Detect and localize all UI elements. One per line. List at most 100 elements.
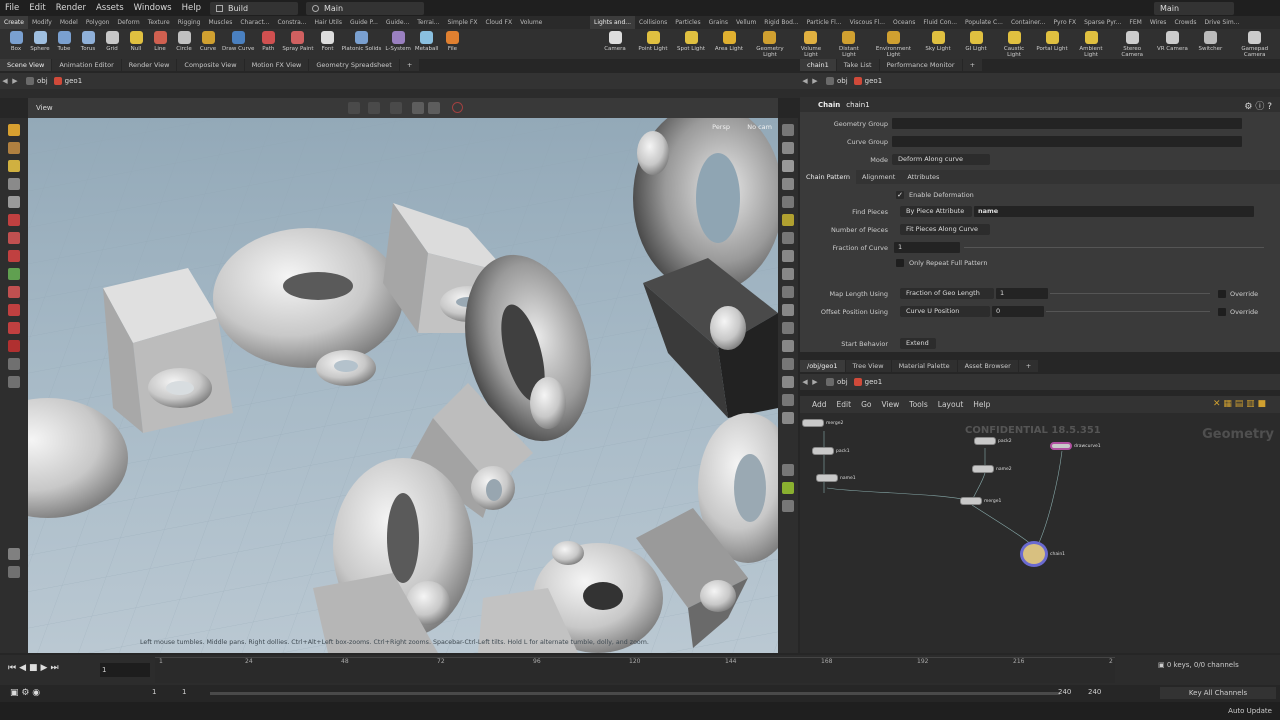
range-end-field[interactable]: 240: [1058, 688, 1071, 696]
tab-chain1[interactable]: chain1: [800, 59, 836, 71]
node-name1-body[interactable]: [816, 474, 838, 482]
tab-take-list[interactable]: Take List: [836, 59, 879, 71]
brush-tool-icon[interactable]: [8, 268, 20, 280]
only-repeat-checkbox[interactable]: [896, 259, 904, 267]
network-back-icon[interactable]: ◀: [800, 378, 810, 386]
menu-help[interactable]: Help: [177, 3, 206, 13]
tab-tree-view[interactable]: Tree View: [845, 360, 891, 372]
map-length-field[interactable]: 1: [996, 288, 1048, 299]
shelf-tab[interactable]: Lights and...: [590, 16, 636, 29]
curve-group-field[interactable]: [892, 136, 1242, 147]
menu-windows[interactable]: Windows: [129, 3, 177, 13]
uv-icon[interactable]: [782, 358, 794, 370]
find-pieces-menu[interactable]: By Piece Attribute: [900, 206, 972, 217]
rotate-tool-icon[interactable]: [8, 160, 20, 172]
shelf-tool[interactable]: Metaball: [413, 29, 441, 59]
tab-geometry-spreadsheet[interactable]: Geometry Spreadsheet: [309, 59, 399, 71]
range-slider[interactable]: [210, 692, 1060, 695]
shelf-tool[interactable]: Portal Light: [1033, 29, 1071, 59]
shelf-tab[interactable]: Grains: [705, 16, 732, 29]
shelf-tool[interactable]: Distant Light: [830, 29, 868, 59]
ghost-icon[interactable]: [782, 214, 794, 226]
path-geo1[interactable]: geo1: [53, 77, 82, 85]
lock-icon[interactable]: [8, 196, 20, 208]
range-start-field[interactable]: 1: [152, 688, 156, 696]
shelf-tool[interactable]: GI Light: [957, 29, 995, 59]
start-behavior-menu[interactable]: Extend: [900, 338, 936, 349]
map-length-slider[interactable]: [1050, 293, 1210, 294]
view-tool-icon[interactable]: [8, 358, 20, 370]
shelf-tab[interactable]: Volume: [516, 16, 546, 29]
eye-icon[interactable]: [782, 500, 794, 512]
auto-update-menu[interactable]: Auto Update: [1228, 707, 1272, 715]
node-name2-body[interactable]: [972, 465, 994, 473]
node-drawcurve1-body[interactable]: [1050, 442, 1072, 450]
override1-checkbox[interactable]: [1218, 290, 1226, 298]
shelf-tool[interactable]: File: [440, 29, 464, 59]
range-tools-icons[interactable]: ▣ ⚙ ◉: [10, 688, 40, 698]
desktop-selector[interactable]: Build: [209, 1, 298, 15]
node-chain1[interactable]: chain1: [1020, 541, 1065, 567]
param-back-icon[interactable]: ◀: [800, 77, 810, 85]
shelf-tool[interactable]: Draw Curve: [220, 29, 256, 59]
vector-icon[interactable]: [782, 394, 794, 406]
shelf-tab[interactable]: Rigging: [174, 16, 205, 29]
map-length-menu[interactable]: Fraction of Geo Length: [900, 288, 994, 299]
shelf-tab[interactable]: Cloud FX: [481, 16, 516, 29]
shelf-tab[interactable]: Create: [0, 16, 28, 29]
node-chain1-body[interactable]: [1020, 541, 1048, 567]
camera-icon[interactable]: [8, 548, 20, 560]
shelf-tool[interactable]: Grid: [100, 29, 124, 59]
transform-red-icon[interactable]: [8, 232, 20, 244]
light-tool-icon[interactable]: [8, 376, 20, 388]
handle-tool-icon[interactable]: [8, 124, 20, 136]
context-selector[interactable]: Main: [305, 1, 424, 15]
scene-viewport[interactable]: Persp No cam Left mouse tumbles. Middle …: [28, 118, 778, 653]
tab-material-palette[interactable]: Material Palette: [891, 360, 957, 372]
param-path-geo1[interactable]: geo1: [853, 77, 882, 85]
range-start2-field[interactable]: 1: [182, 688, 186, 696]
net-menu-layout[interactable]: Layout: [938, 400, 964, 409]
subtab-alignment[interactable]: Alignment: [856, 170, 901, 184]
shelf-tool[interactable]: L-System: [383, 29, 412, 59]
shelf-tab[interactable]: Viscous Fl...: [846, 16, 889, 29]
visibility-icon[interactable]: [782, 232, 794, 244]
lasso-icon[interactable]: [8, 304, 20, 316]
snapshot-icon[interactable]: [782, 412, 794, 424]
shelf-tool[interactable]: Font: [316, 29, 340, 59]
shelf-tab[interactable]: Fluid Con...: [919, 16, 961, 29]
shelf-tool[interactable]: VR Camera: [1153, 29, 1191, 59]
shelf-tab[interactable]: Oceans: [889, 16, 919, 29]
shelf-tab[interactable]: Texture: [144, 16, 174, 29]
primitives-icon[interactable]: [782, 340, 794, 352]
tab-asset-browser[interactable]: Asset Browser: [957, 360, 1018, 372]
numbers-icon[interactable]: [782, 304, 794, 316]
geometry-group-field[interactable]: [892, 118, 1242, 129]
net-menu-help[interactable]: Help: [973, 400, 990, 409]
camera-view-icon[interactable]: [782, 196, 794, 208]
shelf-tool[interactable]: Geometry Light: [748, 29, 792, 59]
shelf-tab[interactable]: Muscles: [204, 16, 236, 29]
shelf-tab[interactable]: Hair Utils: [311, 16, 346, 29]
key-all-channels-button[interactable]: Key All Channels: [1160, 687, 1276, 699]
offset-position-slider[interactable]: [1046, 311, 1210, 312]
offset-position-field[interactable]: 0: [992, 306, 1044, 317]
playback-controls[interactable]: ⏮◀■▶⏭: [8, 663, 62, 673]
display-icon[interactable]: [428, 102, 440, 114]
node-merge1-body[interactable]: [960, 497, 982, 505]
number-pieces-menu[interactable]: Fit Pieces Along Curve: [900, 224, 990, 235]
override2-checkbox[interactable]: [1218, 308, 1226, 316]
subtab-attributes[interactable]: Attributes: [901, 170, 945, 184]
scale-tool-icon[interactable]: [8, 250, 20, 262]
menu-file[interactable]: File: [0, 3, 24, 13]
network-tools-icons[interactable]: ✕ ▦ ▤ ▥ ■: [1213, 399, 1266, 409]
shelf-tool[interactable]: Environment Light: [868, 29, 919, 59]
net-menu-go[interactable]: Go: [861, 400, 871, 409]
shelf-tool[interactable]: Spot Light: [672, 29, 710, 59]
wireframe-icon[interactable]: [782, 142, 794, 154]
transform-tool-icon[interactable]: [390, 102, 402, 114]
shelf-tab[interactable]: Charact...: [236, 16, 273, 29]
net-menu-view[interactable]: View: [881, 400, 899, 409]
menu-assets[interactable]: Assets: [91, 3, 129, 13]
shelf-tab[interactable]: Constra...: [274, 16, 311, 29]
